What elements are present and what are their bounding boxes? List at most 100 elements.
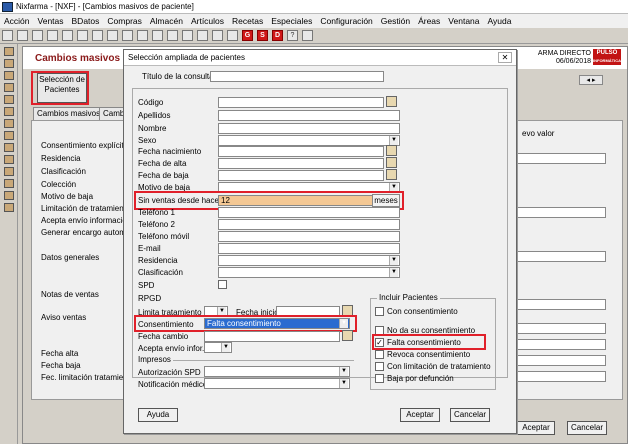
sidebar-icon-2[interactable]	[4, 59, 14, 68]
s-button[interactable]: S	[257, 30, 268, 41]
leave-date-input[interactable]	[218, 170, 384, 181]
accept-info-select[interactable]	[204, 342, 232, 353]
cancel-button[interactable]: Cancelar	[450, 408, 490, 422]
menu-ayuda[interactable]: Ayuda	[484, 16, 516, 26]
new-icon[interactable]	[2, 30, 13, 41]
home-icon[interactable]	[302, 30, 313, 41]
find-icon[interactable]	[152, 30, 163, 41]
paste-icon[interactable]	[77, 30, 88, 41]
new-value-field-5[interactable]	[510, 323, 606, 334]
menu-accion[interactable]: Acción	[0, 16, 34, 26]
menu-areas[interactable]: Áreas	[414, 16, 444, 26]
doctor-notification-select[interactable]	[204, 378, 350, 389]
first-icon[interactable]	[92, 30, 103, 41]
sidebar-icon-12[interactable]	[4, 179, 14, 188]
birthdate-input[interactable]	[218, 146, 384, 157]
new-value-field-3[interactable]	[510, 251, 606, 262]
menu-bdatos[interactable]: BDatos	[68, 16, 104, 26]
sidebar-icon-9[interactable]	[4, 143, 14, 152]
accept-button[interactable]: Aceptar	[400, 408, 440, 422]
sidebar-icon-3[interactable]	[4, 71, 14, 80]
bg-accept-button[interactable]: Aceptar	[517, 421, 555, 435]
sidebar-icon-4[interactable]	[4, 83, 14, 92]
include-deceased-checkbox[interactable]	[375, 374, 384, 383]
pharmacy-info: ARMA DIRECTO 06/06/2018	[538, 50, 591, 66]
menu-almacen[interactable]: Almacén	[146, 16, 187, 26]
help-button[interactable]: Ayuda	[138, 408, 178, 422]
new-value-field-1[interactable]	[510, 153, 606, 164]
menu-configuracion[interactable]: Configuración	[316, 16, 376, 26]
tools-icon[interactable]	[227, 30, 238, 41]
menu-compras[interactable]: Compras	[103, 16, 145, 26]
new-value-field-2[interactable]	[510, 207, 606, 218]
d-button[interactable]: D	[272, 30, 283, 41]
include-limitation-checkbox[interactable]	[375, 362, 384, 371]
new-value-field-7[interactable]	[510, 355, 606, 366]
open-icon[interactable]	[17, 30, 28, 41]
close-icon[interactable]: ✕	[498, 52, 512, 63]
classification-select[interactable]	[218, 267, 400, 278]
sidebar-icon-1[interactable]	[4, 47, 14, 56]
dialog-title: Selección ampliada de pacientes	[128, 53, 245, 62]
new-value-field-8[interactable]	[510, 371, 606, 382]
query-title-input[interactable]	[210, 71, 384, 82]
menu-especiales[interactable]: Especiales	[267, 16, 316, 26]
calendar-icon[interactable]	[197, 30, 208, 41]
include-with-consent-checkbox[interactable]	[375, 307, 384, 316]
next-icon[interactable]	[122, 30, 133, 41]
phone1-input[interactable]	[218, 207, 400, 218]
name-input[interactable]	[218, 123, 400, 134]
new-value-field-6[interactable]	[510, 339, 606, 350]
tab-cambios-masivos[interactable]: Cambios masivos	[33, 107, 105, 120]
field-label: Teléfono 1	[138, 208, 175, 217]
field-label: SPD	[138, 281, 155, 290]
print-icon[interactable]	[167, 30, 178, 41]
copy-icon[interactable]	[62, 30, 73, 41]
calendar-icon[interactable]	[386, 157, 397, 168]
menu-ventana[interactable]: Ventana	[444, 16, 483, 26]
nav-arrows[interactable]: ◂ ▸	[579, 75, 603, 85]
save-icon[interactable]	[32, 30, 43, 41]
phone2-input[interactable]	[218, 219, 400, 230]
email-input[interactable]	[218, 243, 400, 254]
calc-icon[interactable]	[212, 30, 223, 41]
g-button[interactable]: G	[242, 30, 253, 41]
sidebar-icon-13[interactable]	[4, 191, 14, 200]
calendar-icon[interactable]	[386, 169, 397, 180]
preview-icon[interactable]	[182, 30, 193, 41]
menu-articulos[interactable]: Artículos	[187, 16, 228, 26]
sidebar-icon-14[interactable]	[4, 203, 14, 212]
sidebar-icon-11[interactable]	[4, 167, 14, 176]
include-option-label: Con consentimiento	[387, 307, 458, 316]
field-label: Fecha de baja	[138, 171, 189, 180]
code-input[interactable]	[218, 97, 384, 108]
new-value-field-4[interactable]	[510, 299, 606, 310]
sidebar-icon-5[interactable]	[4, 95, 14, 104]
menu-ventas[interactable]: Ventas	[34, 16, 68, 26]
sidebar-icon-10[interactable]	[4, 155, 14, 164]
last-icon[interactable]	[137, 30, 148, 41]
signup-date-input[interactable]	[218, 158, 384, 169]
calendar-icon[interactable]	[342, 330, 353, 341]
sidebar-icon-7[interactable]	[4, 119, 14, 128]
prev-icon[interactable]	[107, 30, 118, 41]
surname-input[interactable]	[218, 110, 400, 121]
search-patient-icon[interactable]	[386, 96, 397, 107]
calendar-icon[interactable]	[386, 145, 397, 156]
spd-checkbox[interactable]	[218, 280, 227, 289]
menu-gestion[interactable]: Gestión	[377, 16, 414, 26]
pharmacy-name: ARMA DIRECTO	[537, 50, 591, 57]
menu-recetas[interactable]: Recetas	[228, 16, 267, 26]
change-date-input[interactable]	[204, 331, 340, 342]
sidebar-icon-8[interactable]	[4, 131, 14, 140]
sex-select[interactable]	[218, 135, 400, 146]
residence-select[interactable]	[218, 255, 400, 266]
include-revoke-checkbox[interactable]	[375, 350, 384, 359]
cut-icon[interactable]	[47, 30, 58, 41]
bulk-changes-title: Cambios masivos d	[35, 53, 129, 64]
sidebar-icon-6[interactable]	[4, 107, 14, 116]
mobile-input[interactable]	[218, 231, 400, 242]
spd-auth-select[interactable]	[204, 366, 350, 377]
bg-cancel-button[interactable]: Cancelar	[567, 421, 607, 435]
help-button[interactable]: ?	[287, 30, 298, 41]
